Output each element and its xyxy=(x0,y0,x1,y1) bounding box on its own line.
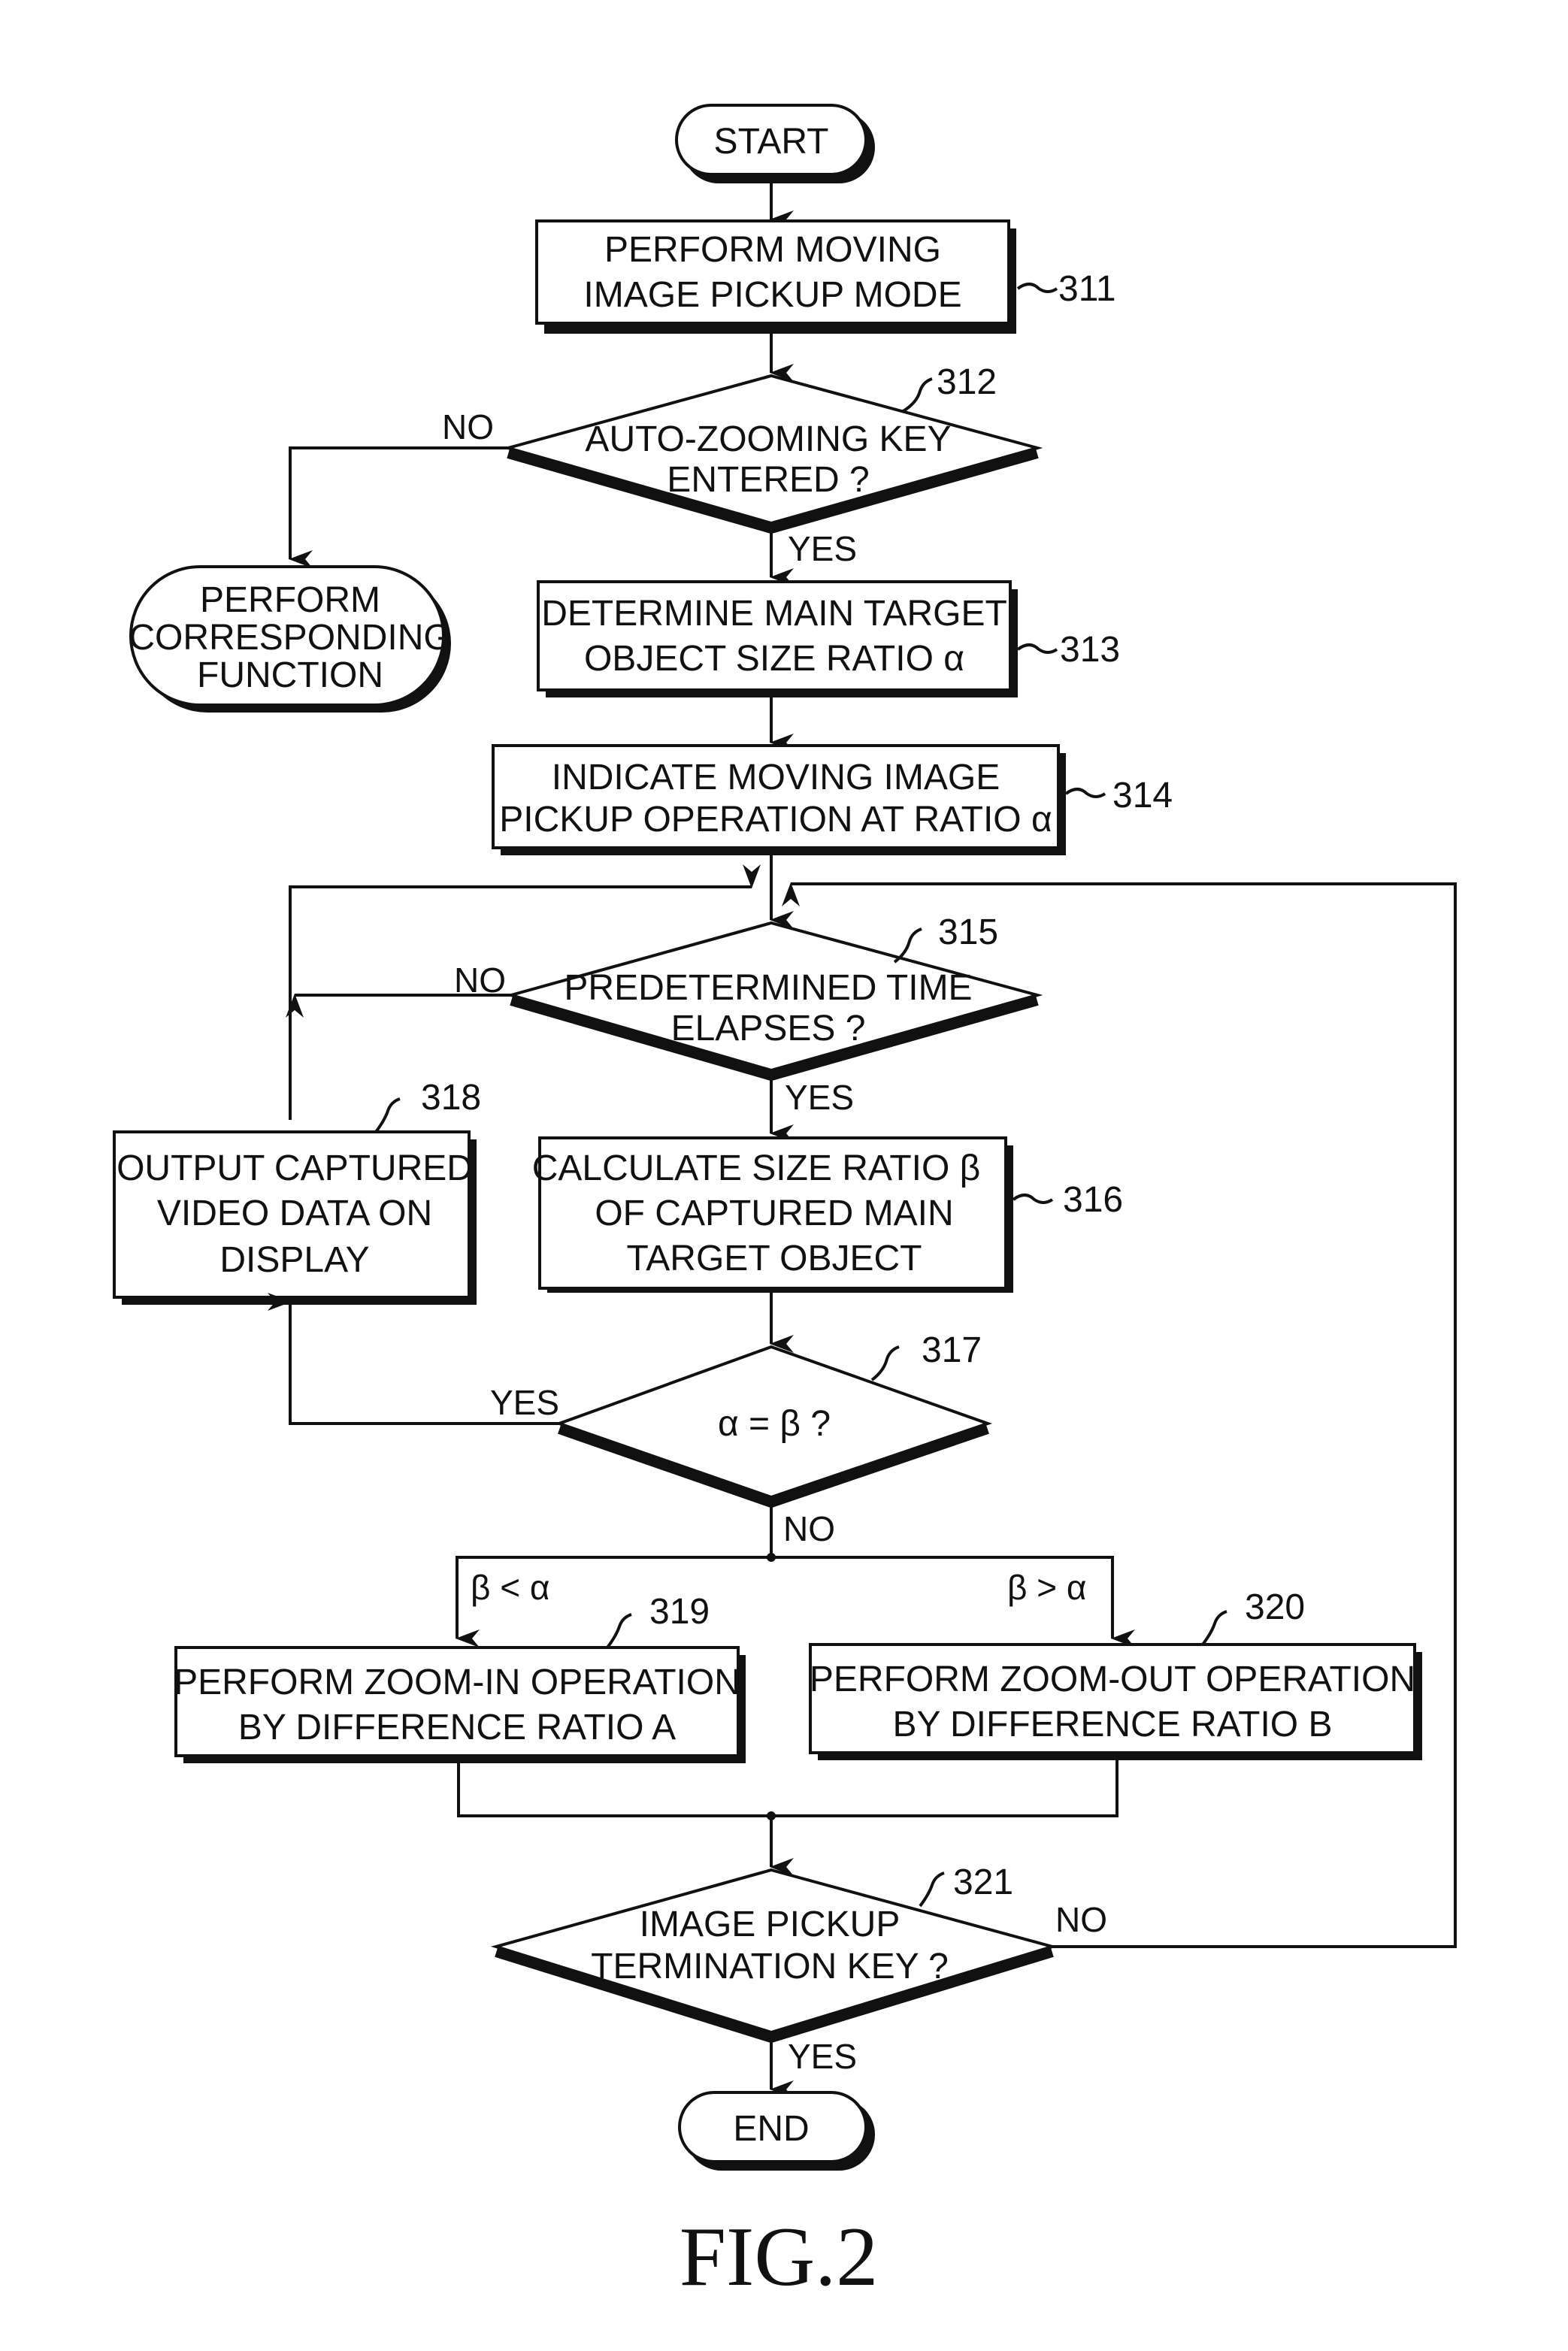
decision-321-no-label: NO xyxy=(1055,1900,1107,1939)
start-terminal: START xyxy=(675,104,875,183)
branch-right-label: β > α xyxy=(1007,1568,1086,1607)
ref-311: 311 xyxy=(1058,269,1116,309)
decision-312-yes-label: YES xyxy=(788,529,857,568)
decision-321-line-1: IMAGE PICKUP xyxy=(640,1905,901,1944)
decision-317: α = β ? xyxy=(555,1345,993,1508)
step-311-line-2: IMAGE PICKUP MODE xyxy=(583,275,961,315)
step-318-line-2: VIDEO DATA ON xyxy=(157,1194,432,1233)
decision-317-line-1: α = β ? xyxy=(718,1404,831,1444)
decision-312-line-2: ENTERED ? xyxy=(667,460,869,500)
arrow-312-no xyxy=(289,446,508,568)
ref-317: 317 xyxy=(922,1330,982,1370)
step-319-box: PERFORM ZOOM-IN OPERATION BY DIFFERENCE … xyxy=(174,1646,746,1763)
ref-leader-316 xyxy=(1012,1194,1054,1204)
start-label: START xyxy=(714,122,829,162)
decision-315-line-2: ELAPSES ? xyxy=(671,1009,866,1048)
ref-316: 316 xyxy=(1063,1180,1123,1220)
ref-318: 318 xyxy=(421,1078,481,1118)
ref-leader-312 xyxy=(901,377,933,413)
decision-312-no-label: NO xyxy=(442,407,494,446)
ref-leader-311 xyxy=(1016,283,1058,293)
ref-319: 319 xyxy=(649,1592,710,1632)
end-label: END xyxy=(733,2109,809,2149)
step-313-box: DETERMINE MAIN TARGET OBJECT SIZE RATIO … xyxy=(537,580,1018,697)
step-319-line-1: PERFORM ZOOM-IN OPERATION xyxy=(174,1663,740,1702)
ref-leader-315 xyxy=(893,927,922,964)
corresponding-line-2: CORRESPONDING xyxy=(129,618,451,658)
flowchart: START PERFORM MOVING IMAGE PICKUP MODE 3… xyxy=(113,104,1457,2304)
ref-leader-313 xyxy=(1016,643,1058,654)
step-316-line-3: TARGET OBJECT xyxy=(627,1239,922,1278)
decision-312-line-1: AUTO-ZOOMING KEY xyxy=(585,419,951,459)
step-318-line-3: DISPLAY xyxy=(219,1240,369,1280)
step-314-line-1: INDICATE MOVING IMAGE xyxy=(552,758,1000,797)
step-320-box: PERFORM ZOOM-OUT OPERATION BY DIFFERENCE… xyxy=(809,1643,1422,1760)
step-318-box: OUTPUT CAPTURED VIDEO DATA ON DISPLAY xyxy=(113,1130,477,1305)
decision-321-line-2: TERMINATION KEY ? xyxy=(591,1947,949,1986)
step-320-line-1: PERFORM ZOOM-OUT OPERATION xyxy=(810,1660,1415,1699)
corresponding-line-3: FUNCTION xyxy=(197,655,383,695)
decision-321-yes-label: YES xyxy=(788,2037,857,2076)
end-terminal: END xyxy=(678,2091,875,2171)
decision-317-yes-label: YES xyxy=(490,1383,559,1422)
step-311-line-1: PERFORM MOVING xyxy=(604,230,941,270)
step-316-line-1: CALCULATE SIZE RATIO β xyxy=(532,1148,981,1188)
ref-320: 320 xyxy=(1245,1587,1305,1627)
step-318-line-1: OUTPUT CAPTURED xyxy=(117,1148,473,1188)
ref-leader-314 xyxy=(1064,788,1106,798)
merge-line xyxy=(457,1759,1118,1817)
ref-leader-321 xyxy=(919,1871,945,1908)
ref-321: 321 xyxy=(953,1862,1013,1902)
step-311-box: PERFORM MOVING IMAGE PICKUP MODE xyxy=(535,219,1016,334)
step-314-line-2: PICKUP OPERATION AT RATIO α xyxy=(499,800,1052,840)
branch-left-label: β < α xyxy=(471,1568,549,1607)
step-316-box: CALCULATE SIZE RATIO β OF CAPTURED MAIN … xyxy=(532,1136,1013,1293)
ref-312: 312 xyxy=(937,362,997,402)
corresponding-line-1: PERFORM xyxy=(200,580,380,620)
step-320-line-2: BY DIFFERENCE RATIO B xyxy=(893,1705,1333,1744)
decision-315-line-1: PREDETERMINED TIME xyxy=(564,968,972,1008)
ref-313: 313 xyxy=(1060,630,1120,670)
step-314-box: INDICATE MOVING IMAGE PICKUP OPERATION A… xyxy=(492,744,1066,855)
ref-leader-318 xyxy=(374,1097,401,1133)
figure-caption: FIG.2 xyxy=(680,2210,878,2304)
ref-leader-319 xyxy=(606,1613,632,1649)
corresponding-function-terminal: PERFORM CORRESPONDING FUNCTION xyxy=(129,565,452,713)
ref-315: 315 xyxy=(938,912,998,952)
step-313-line-2: OBJECT SIZE RATIO α xyxy=(584,639,964,679)
ref-leader-320 xyxy=(1201,1610,1227,1646)
step-319-line-2: BY DIFFERENCE RATIO A xyxy=(238,1708,676,1747)
step-316-line-2: OF CAPTURED MAIN xyxy=(595,1194,953,1233)
decision-317-no-label: NO xyxy=(783,1509,835,1548)
ref-314: 314 xyxy=(1112,776,1173,815)
decision-315-yes-label: YES xyxy=(785,1078,854,1117)
ref-leader-317 xyxy=(870,1345,900,1381)
step-313-line-1: DETERMINE MAIN TARGET xyxy=(541,594,1007,634)
